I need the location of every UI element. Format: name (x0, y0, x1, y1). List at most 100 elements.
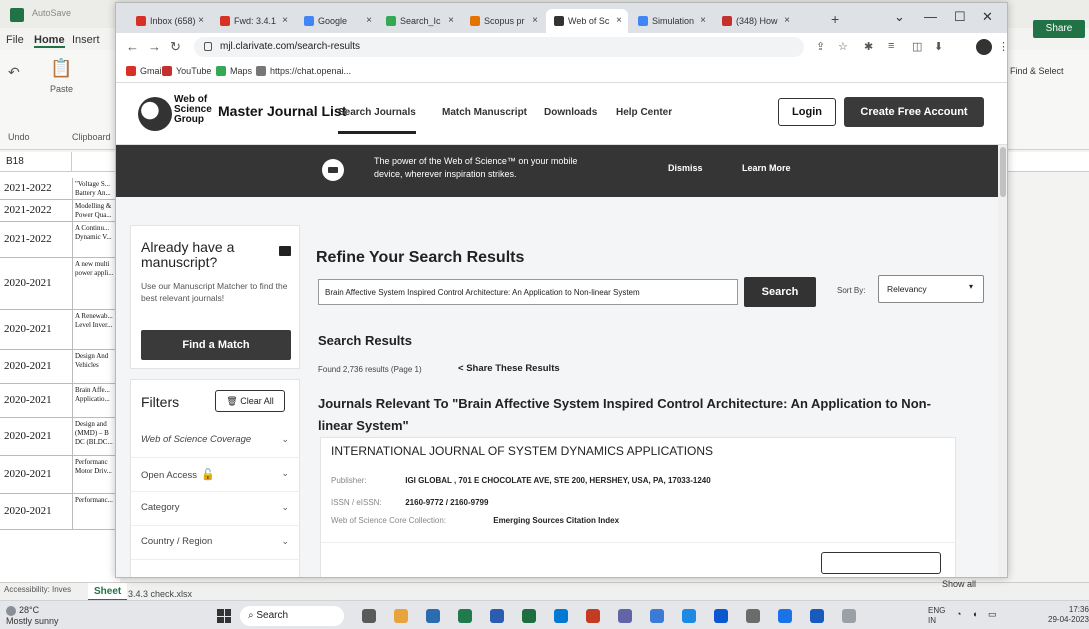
excel-year-cell[interactable]: 2020-2021 (4, 505, 70, 517)
system-tray[interactable]: ENG IN (928, 606, 945, 626)
browser-tab[interactable]: Web of Sc × (546, 9, 628, 33)
card-action-button[interactable] (821, 552, 941, 574)
filter-category[interactable]: Category ⌄ (131, 492, 301, 526)
taskbar-search[interactable]: ⌕ Search (240, 606, 344, 626)
weather-widget[interactable]: 28°C Mostly sunny (6, 605, 59, 626)
excel-row[interactable]: 2021-2022 "Voltage S... Battery An... (0, 178, 120, 200)
excel-row[interactable]: 2020-2021 Design and (MMD) – B DC (BLDC..… (0, 418, 120, 456)
taskbar-app-icon[interactable] (362, 609, 376, 623)
excel-row[interactable]: 2020-2021 A new multi power appli... (0, 258, 120, 310)
excel-year-cell[interactable]: 2020-2021 (4, 360, 70, 372)
name-box[interactable]: B18 (0, 152, 72, 172)
web-of-science-logo-text[interactable]: Web of Science Group (174, 95, 218, 125)
excel-title-cell[interactable]: Design and (MMD) – B DC (BLDC... (72, 418, 120, 455)
nav-search-journals[interactable]: Search Journals (338, 107, 416, 134)
download-item[interactable]: 3.4.3 check.xlsx (128, 589, 192, 599)
create-account-button[interactable]: Create Free Account (844, 97, 984, 127)
excel-title-cell[interactable]: Brain Affe... Applicatio... (72, 384, 120, 417)
browser-tab[interactable]: (348) How × (714, 9, 796, 33)
journal-name[interactable]: INTERNATIONAL JOURNAL OF SYSTEM DYNAMICS… (331, 444, 713, 458)
nav-downloads[interactable]: Downloads (544, 107, 597, 118)
volume-icon[interactable]: ◖ (972, 609, 977, 619)
excel-title-cell[interactable]: Design And Vehicles (72, 350, 120, 383)
excel-title-cell[interactable]: A new multi power appli... (72, 258, 120, 309)
find-select-button[interactable]: Find & Select (1010, 66, 1080, 77)
excel-title-cell[interactable]: Performanc... (72, 494, 120, 529)
browser-tab[interactable]: Google × (296, 9, 378, 33)
scrollbar-thumb[interactable] (1000, 147, 1006, 197)
excel-title-cell[interactable]: Performanc Motor Driv... (72, 456, 120, 493)
nav-help-center[interactable]: Help Center (616, 107, 672, 118)
taskbar-app-icon[interactable] (810, 609, 824, 623)
site-title[interactable]: Master Journal List (218, 103, 346, 119)
excel-title-cell[interactable]: A Renewab... Level Inver... (72, 310, 120, 349)
tab-close-icon[interactable]: × (616, 15, 622, 26)
sort-by-select[interactable]: Relevancy ▾ (878, 275, 984, 303)
excel-year-cell[interactable]: 2020-2021 (4, 468, 70, 480)
dismiss-link[interactable]: Dismiss (668, 163, 703, 173)
undo-icon[interactable]: ↶ (8, 64, 20, 81)
taskbar-app-icon[interactable] (682, 609, 696, 623)
taskbar-app-icon[interactable] (490, 609, 504, 623)
taskbar-app-icon[interactable] (842, 609, 856, 623)
bookmark-item[interactable]: https://chat.openai... (256, 66, 351, 76)
spreadsheet-grid[interactable]: 2021-2022 "Voltage S... Battery An... 2021… (0, 172, 120, 582)
star-icon[interactable]: ☆ (838, 40, 848, 53)
browser-tab[interactable]: Scopus pr × (462, 9, 544, 33)
excel-year-cell[interactable]: 2020-2021 (4, 430, 70, 442)
address-bar[interactable]: mjl.clarivate.com/search-results (194, 37, 804, 57)
bookmark-item[interactable]: Gmail (126, 66, 164, 76)
excel-row[interactable]: 2020-2021 Performanc... (0, 494, 120, 530)
browser-tab[interactable]: Inbox (658) × (128, 9, 210, 33)
browser-tab[interactable]: Fwd: 3.4.1 × (212, 9, 294, 33)
tab-close-icon[interactable]: × (448, 15, 454, 26)
download-icon[interactable]: ⬇ (934, 40, 943, 53)
taskbar-app-icon[interactable] (778, 609, 792, 623)
taskbar-app-icon[interactable] (458, 609, 472, 623)
windows-start-icon[interactable] (217, 609, 231, 623)
filter-wos-coverage[interactable]: Web of Science Coverage ⌄ (131, 424, 301, 458)
sheet-tab[interactable]: Sheet (88, 583, 128, 601)
taskbar-app-icon[interactable] (586, 609, 600, 623)
nav-match-manuscript[interactable]: Match Manuscript (442, 107, 527, 118)
taskbar-app-icon[interactable] (714, 609, 728, 623)
url-text[interactable]: mjl.clarivate.com/search-results (220, 41, 360, 52)
back-icon[interactable]: ← (126, 39, 139, 54)
taskbar-app-icon[interactable] (650, 609, 664, 623)
search-button[interactable]: Search (744, 277, 816, 307)
excel-row[interactable]: 2020-2021 A Renewab... Level Inver... (0, 310, 120, 350)
excel-year-cell[interactable]: 2021-2022 (4, 204, 70, 216)
tab-close-icon[interactable]: × (532, 15, 538, 26)
browser-tab[interactable]: Search_Ic × (378, 9, 460, 33)
taskbar-app-icon[interactable] (746, 609, 760, 623)
excel-year-cell[interactable]: 2020-2021 (4, 323, 70, 335)
excel-row[interactable]: 2020-2021 Brain Affe... Applicatio... (0, 384, 120, 418)
bookmark-item[interactable]: YouTube (162, 66, 211, 76)
menu-file[interactable]: File (6, 34, 24, 46)
taskbar-app-icon[interactable] (426, 609, 440, 623)
excel-year-cell[interactable]: 2020-2021 (4, 394, 70, 406)
chevron-down-icon[interactable]: ⌄ (894, 9, 905, 25)
sidepanel-icon[interactable]: ◫ (912, 40, 922, 53)
forward-icon[interactable]: → (148, 39, 161, 54)
taskbar-app-icon[interactable] (394, 609, 408, 623)
reload-icon[interactable]: ↻ (170, 39, 181, 55)
tab-close-icon[interactable]: × (282, 15, 288, 26)
accessibility-status[interactable]: Accessibility: Inves (4, 585, 71, 594)
extension-icon[interactable]: ✱ (864, 40, 873, 53)
excel-year-cell[interactable]: 2021-2022 (4, 182, 70, 194)
share-button[interactable]: Share (1033, 20, 1085, 38)
taskbar-app-icon[interactable] (522, 609, 536, 623)
page-scrollbar[interactable] (998, 145, 1007, 577)
excel-row[interactable]: 2020-2021 Design And Vehicles (0, 350, 120, 384)
taskbar-app-icon[interactable] (618, 609, 632, 623)
playlist-icon[interactable]: ≡ (888, 40, 894, 52)
excel-title-cell[interactable]: A Continu... Dynamic V... (72, 222, 120, 257)
menu-insert[interactable]: Insert (72, 34, 100, 46)
excel-title-cell[interactable]: "Voltage S... Battery An... (72, 178, 120, 199)
excel-row[interactable]: 2021-2022 Modelling & Power Qua... (0, 200, 120, 222)
profile-avatar[interactable] (976, 39, 992, 55)
tab-close-icon[interactable]: × (784, 15, 790, 26)
tab-close-icon[interactable]: × (366, 15, 372, 26)
close-window-button[interactable]: ✕ (982, 9, 993, 25)
